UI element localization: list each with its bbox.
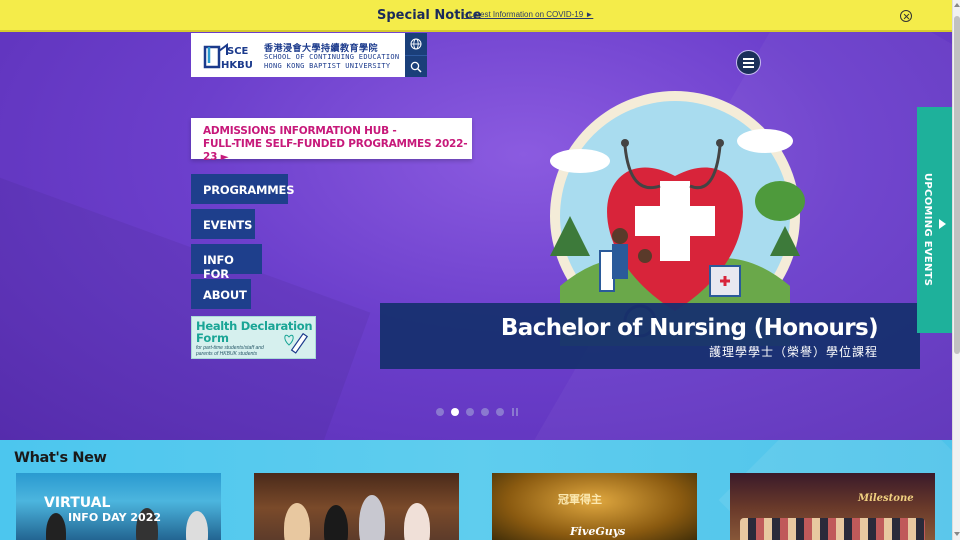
search-button[interactable] [405, 55, 427, 77]
logo-hkbu: HKBU [221, 60, 253, 71]
sce-hkbu-logo[interactable]: SCE HKBU 香港浸會大學持續教育學院 SCHOOL OF CONTINUI… [191, 33, 405, 77]
pencil-heart-icon [284, 332, 309, 354]
hero-carousel: SCE HKBU 香港浸會大學持續教育學院 SCHOOL OF CONTINUI… [0, 32, 952, 440]
card-text: FiveGuys [570, 525, 626, 538]
special-notice-bar: Special Notice - Latest Information on C… [0, 0, 952, 32]
health-declaration-form-link[interactable]: Health Declaration Form for part-time st… [191, 316, 316, 359]
news-card[interactable]: 冠軍得主 FiveGuys [492, 473, 697, 540]
covid-info-link[interactable]: - Latest Information on COVID-19 ► [464, 10, 593, 19]
play-arrow-icon [939, 219, 946, 229]
carousel-dot-active[interactable] [451, 408, 459, 416]
card-text: 冠軍得主 [558, 493, 602, 506]
slide-caption-banner[interactable]: Bachelor of Nursing (Honours) 護理學學士（榮譽）學… [380, 303, 920, 369]
search-icon [410, 61, 422, 73]
person-image [324, 505, 348, 540]
person-image [404, 503, 430, 540]
logo-name-en-2: HONG KONG BAPTIST UNIVERSITY [264, 62, 391, 70]
pause-icon[interactable] [512, 408, 518, 416]
news-card[interactable]: Milestone [730, 473, 935, 540]
upcoming-events-tab[interactable]: UPCOMING EVENTS [917, 107, 952, 333]
globe-icon [410, 38, 422, 50]
upcoming-events-label: UPCOMING EVENTS [922, 173, 933, 287]
group-photo-image [740, 518, 925, 540]
news-card[interactable]: VIRTUAL INFO DAY 2022 [16, 473, 221, 540]
carousel-dot[interactable] [481, 408, 489, 416]
nav-info-for[interactable]: INFO FOR [191, 244, 262, 281]
scroll-down-icon[interactable] [954, 532, 960, 536]
card-text: INFO DAY 2022 [68, 511, 161, 524]
carousel-pagination [436, 408, 518, 416]
scrollbar-thumb[interactable] [954, 16, 960, 354]
card-text: Milestone [858, 493, 914, 504]
scroll-up-icon[interactable] [954, 3, 960, 7]
slide-title-en: Bachelor of Nursing (Honours) [500, 315, 879, 341]
close-icon[interactable] [900, 10, 912, 22]
menu-bar-icon [743, 66, 754, 68]
health-subtitle-2: parents of HKBUK students [196, 351, 258, 357]
health-title-2: Form [196, 331, 229, 345]
nav-about[interactable]: ABOUT [191, 279, 251, 309]
hamburger-menu-button[interactable] [736, 50, 761, 75]
card-text: VIRTUAL [44, 495, 111, 511]
person-image [359, 495, 385, 540]
menu-bar-icon [743, 58, 754, 60]
news-card[interactable] [254, 473, 459, 540]
admissions-hub-link[interactable]: ADMISSIONS INFORMATION HUB - FULL-TIME S… [191, 118, 472, 163]
person-image [284, 503, 310, 540]
admissions-line-2: FULL-TIME SELF-FUNDED PROGRAMMES 2022-23… [203, 138, 468, 163]
carousel-dot[interactable] [466, 408, 474, 416]
whats-new-title: What's New [14, 450, 107, 466]
person-image [46, 513, 66, 540]
person-image [186, 511, 208, 540]
logo-abbr: SCE [227, 46, 249, 57]
slide-title-zh: 護理學學士（榮譽）學位課程 [708, 345, 878, 359]
nav-events[interactable]: EVENTS [191, 209, 255, 239]
admissions-line-1: ADMISSIONS INFORMATION HUB - [203, 125, 397, 137]
logo-name-en-1: SCHOOL OF CONTINUING EDUCATION [264, 53, 400, 61]
carousel-dot[interactable] [436, 408, 444, 416]
whats-new-section: What's New VIRTUAL INFO DAY 2022 冠軍得主 Fi… [0, 440, 952, 540]
nav-programmes[interactable]: PROGRAMMES [191, 174, 294, 204]
logo-mark-icon: SCE HKBU [203, 43, 253, 71]
language-button[interactable] [405, 33, 427, 55]
menu-bar-icon [743, 62, 754, 64]
carousel-dot[interactable] [496, 408, 504, 416]
page-scrollbar[interactable] [952, 0, 960, 540]
